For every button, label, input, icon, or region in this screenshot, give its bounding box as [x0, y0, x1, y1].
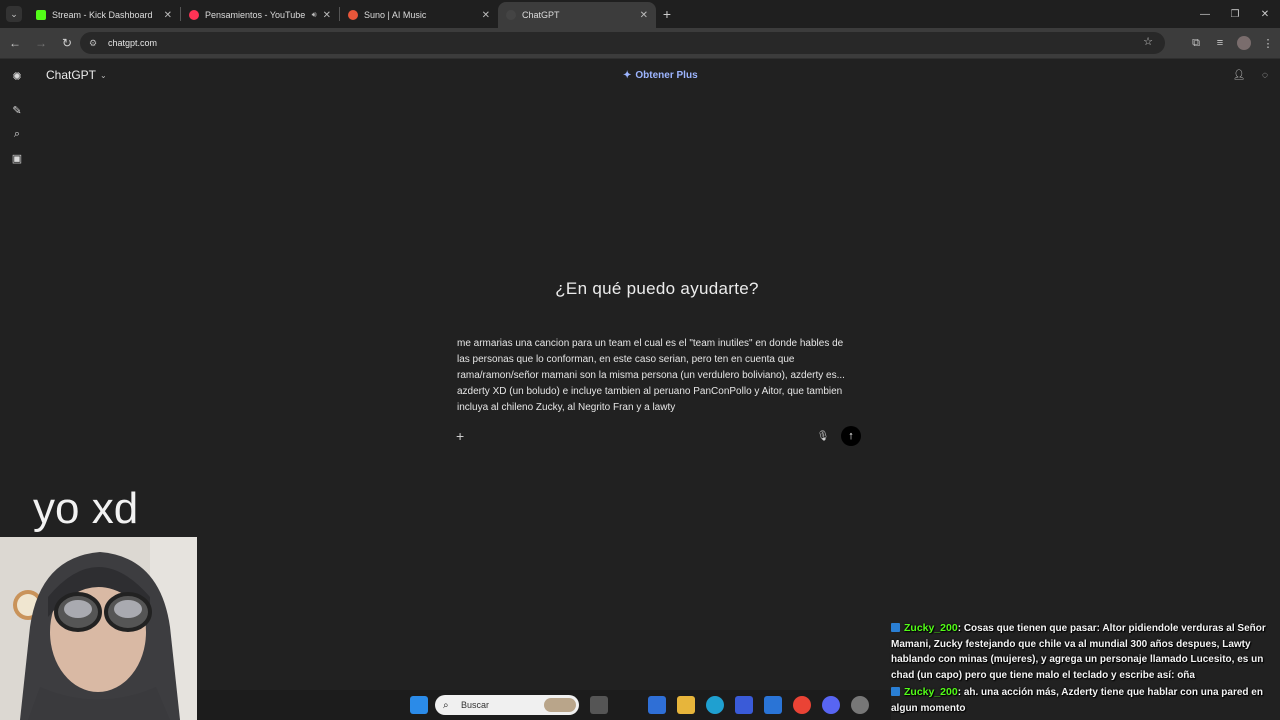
- reload-icon[interactable]: ↻: [56, 32, 78, 54]
- tab-label: Stream - Kick Dashboard: [52, 10, 153, 20]
- restore-icon[interactable]: ❐: [1220, 0, 1250, 28]
- library-icon[interactable]: ▣: [9, 150, 25, 166]
- tab-kick-dashboard[interactable]: Stream - Kick Dashboard ✕: [28, 2, 180, 28]
- prompt-composer[interactable]: me armarias una cancion para un team el …: [443, 324, 871, 454]
- mail-icon[interactable]: [764, 696, 782, 714]
- model-selector[interactable]: ChatGPT ⌄: [46, 68, 107, 82]
- site-info-icon[interactable]: ⚙: [86, 36, 100, 50]
- tab-label: ChatGPT: [522, 10, 560, 20]
- chat-badge-icon: [891, 687, 900, 696]
- toolbar-right: ⧉ ≡ ⋮: [1184, 28, 1280, 58]
- browser-toolbar: ← → ↻ ⚙ chatgpt.com ☆ ⧉ ≡ ⋮: [0, 28, 1280, 58]
- prompt-input[interactable]: me armarias una cancion para un team el …: [457, 336, 857, 416]
- profile-icon[interactable]: 👤︎: [1232, 68, 1246, 82]
- close-icon[interactable]: ✕: [164, 10, 172, 21]
- sparkle-icon: ✦: [623, 70, 632, 81]
- tab-search-icon[interactable]: ⌄: [6, 6, 22, 22]
- send-button[interactable]: ↑: [841, 426, 861, 446]
- browser-tab-strip: ⌄ Stream - Kick Dashboard ✕ Pensamientos…: [0, 0, 1280, 28]
- discord-icon[interactable]: [822, 696, 840, 714]
- kick-favicon-icon: [36, 10, 46, 20]
- temporary-chat-icon[interactable]: ◌: [1258, 68, 1272, 82]
- search-placeholder: Buscar: [461, 700, 490, 710]
- chat-username: Zucky_200: [904, 686, 958, 698]
- microphone-icon[interactable]: 🎙︎: [817, 430, 830, 442]
- file-explorer-icon[interactable]: [677, 696, 695, 714]
- minimize-icon[interactable]: —: [1190, 0, 1220, 28]
- greeting-heading: ¿En qué puedo ayudarte?: [555, 279, 759, 298]
- bookmark-star-icon[interactable]: ☆: [1143, 35, 1153, 48]
- screen: ⌄ Stream - Kick Dashboard ✕ Pensamientos…: [0, 0, 1280, 720]
- new-tab-button[interactable]: +: [656, 6, 678, 22]
- close-icon[interactable]: ✕: [640, 10, 648, 21]
- get-plus-label: Obtener Plus: [635, 70, 698, 81]
- get-plus-link[interactable]: ✦ Obtener Plus: [623, 70, 698, 81]
- openai-logo-icon[interactable]: ✺: [9, 68, 25, 84]
- forward-icon[interactable]: →: [30, 32, 52, 54]
- extensions-icon[interactable]: ⧉: [1184, 28, 1208, 58]
- address-bar[interactable]: ⚙ chatgpt.com ☆: [80, 32, 1165, 54]
- close-window-icon[interactable]: ✕: [1250, 0, 1280, 28]
- suno-favicon-icon: [348, 10, 358, 20]
- header-actions: 👤︎ ◌: [1232, 68, 1272, 82]
- chat-username: Zucky_200: [904, 622, 958, 634]
- profile-avatar-icon[interactable]: [1237, 36, 1251, 50]
- close-icon[interactable]: ✕: [482, 10, 490, 21]
- menu-dots-icon[interactable]: ⋮: [1256, 28, 1280, 58]
- chat-message: Zucky_200: Cosas que tienen que pasar: A…: [891, 621, 1280, 683]
- tab-youtube-music[interactable]: Pensamientos - YouTube M 🔊︎ ✕: [181, 2, 339, 28]
- url-text[interactable]: chatgpt.com: [108, 38, 157, 48]
- chevron-down-icon: ⌄: [100, 70, 107, 80]
- settings-icon[interactable]: [851, 696, 869, 714]
- back-icon[interactable]: ←: [4, 32, 26, 54]
- search-icon[interactable]: ⌕: [9, 126, 25, 142]
- close-icon[interactable]: ✕: [323, 10, 331, 21]
- stream-chat-overlay: Zucky_200: Cosas que tienen que pasar: A…: [891, 621, 1280, 720]
- window-controls: — ❐ ✕: [1190, 0, 1280, 28]
- taskbar-search[interactable]: ⌕ Buscar: [435, 695, 579, 715]
- tab-suno[interactable]: Suno | AI Music ✕: [340, 2, 498, 28]
- windows-start-icon[interactable]: [410, 696, 428, 714]
- new-chat-icon[interactable]: ✎: [9, 102, 25, 118]
- widgets-icon[interactable]: [648, 696, 666, 714]
- media-controls-icon[interactable]: ≡: [1208, 28, 1232, 58]
- store-icon[interactable]: [735, 696, 753, 714]
- tab-chatgpt[interactable]: ChatGPT ✕: [498, 2, 656, 28]
- chat-badge-icon: [891, 623, 900, 632]
- youtube-music-favicon-icon: [189, 10, 199, 20]
- task-view-icon[interactable]: [590, 696, 608, 714]
- tab-label: Suno | AI Music: [364, 10, 427, 20]
- windows-taskbar: ⌕ Buscar: [197, 690, 891, 720]
- webcam-image: [0, 537, 197, 720]
- webcam-feed: [0, 537, 197, 720]
- add-attachment-icon[interactable]: +: [456, 428, 464, 444]
- chat-message: Zucky_200: ah. una acción más, Azderty t…: [891, 685, 1280, 716]
- stream-caption: yo xd: [33, 484, 139, 533]
- model-selector-label: ChatGPT: [46, 68, 97, 82]
- tab-label: Pensamientos - YouTube M: [205, 10, 308, 20]
- edge-icon[interactable]: [706, 696, 724, 714]
- chatgpt-favicon-icon: [506, 10, 516, 20]
- search-highlight-icon: [544, 698, 576, 712]
- speaker-icon[interactable]: 🔊︎: [312, 10, 317, 20]
- search-icon: ⌕: [443, 699, 449, 711]
- chrome-icon[interactable]: [793, 696, 811, 714]
